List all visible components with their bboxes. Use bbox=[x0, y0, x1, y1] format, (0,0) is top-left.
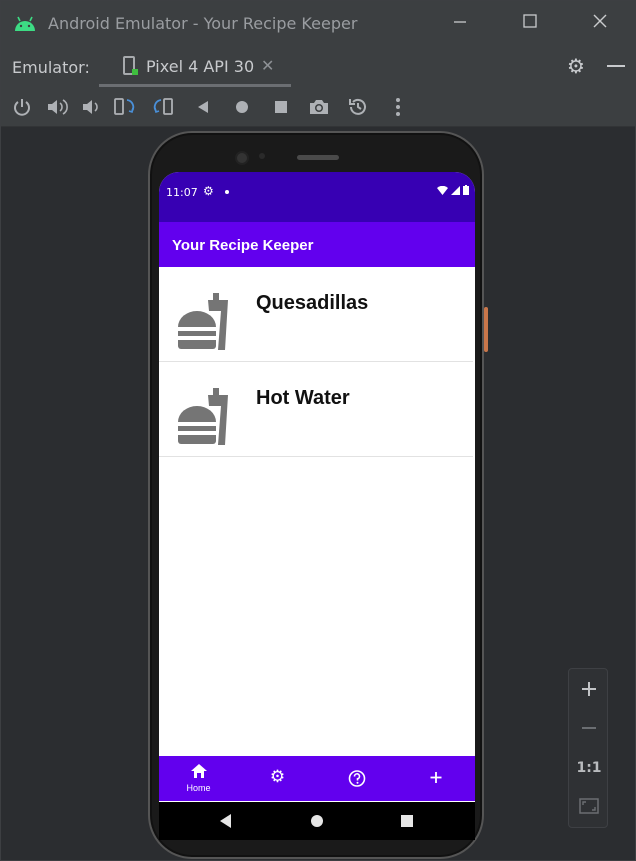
settings-icon: ⚙ bbox=[269, 767, 286, 787]
screenshot-button[interactable] bbox=[307, 95, 331, 119]
maximize-icon bbox=[523, 14, 537, 28]
system-recents-icon[interactable] bbox=[401, 815, 413, 827]
sensor bbox=[259, 153, 265, 159]
minimize-icon bbox=[454, 21, 466, 23]
rotate-left-button[interactable] bbox=[113, 95, 137, 119]
bottom-navigation: Home ⚙ bbox=[159, 756, 475, 801]
tab-close-icon[interactable]: ✕ bbox=[261, 56, 274, 75]
nav-home[interactable]: Home bbox=[159, 756, 238, 801]
nav-settings[interactable]: ⚙ bbox=[238, 756, 317, 801]
zoom-in-button[interactable] bbox=[569, 671, 609, 709]
tab-pixel-4[interactable]: Pixel 4 API 30 ✕ bbox=[99, 45, 291, 87]
help-icon bbox=[348, 770, 365, 787]
nav-home-label: Home bbox=[186, 783, 211, 793]
rotate-right-icon bbox=[153, 98, 173, 115]
android-logo-icon bbox=[15, 16, 35, 31]
earpiece-speaker bbox=[297, 155, 339, 160]
fastfood-icon bbox=[178, 388, 228, 445]
home-button[interactable] bbox=[230, 95, 254, 119]
title-bar: Android Emulator - Your Recipe Keeper bbox=[1, 1, 635, 45]
more-vert-icon bbox=[396, 98, 400, 116]
add-icon bbox=[430, 772, 441, 783]
close-icon bbox=[593, 14, 607, 28]
recipe-list: Quesadillas Hot Water bbox=[159, 267, 475, 457]
device-running-indicator bbox=[132, 69, 138, 75]
power-button[interactable] bbox=[10, 95, 34, 119]
hide-panel-icon[interactable] bbox=[607, 65, 625, 67]
snapshot-button[interactable] bbox=[346, 95, 370, 119]
fit-screen-icon bbox=[579, 798, 599, 814]
status-settings-icon: ⚙ bbox=[203, 184, 214, 198]
back-button[interactable] bbox=[191, 95, 215, 119]
settings-gear-icon[interactable]: ⚙ bbox=[567, 54, 585, 78]
back-icon bbox=[198, 101, 208, 113]
app-title: Your Recipe Keeper bbox=[172, 237, 314, 254]
recipe-item-quesadillas[interactable]: Quesadillas bbox=[159, 267, 473, 362]
volume-down-icon bbox=[83, 100, 98, 114]
zoom-fit-button[interactable] bbox=[569, 788, 609, 826]
home-icon bbox=[190, 764, 207, 778]
zoom-in-icon bbox=[582, 682, 596, 696]
close-button[interactable] bbox=[585, 9, 615, 37]
more-button[interactable] bbox=[386, 95, 410, 119]
minimize-button[interactable] bbox=[445, 9, 475, 37]
maximize-button[interactable] bbox=[515, 9, 545, 37]
power-key[interactable] bbox=[484, 307, 488, 352]
fastfood-icon bbox=[178, 293, 228, 350]
zoom-1-1-button[interactable]: 1:1 bbox=[569, 749, 609, 787]
volume-up-icon bbox=[48, 99, 68, 115]
recipe-item-hot-water[interactable]: Hot Water bbox=[159, 362, 473, 457]
emulator-label: Emulator: bbox=[12, 58, 90, 77]
snapshot-history-icon bbox=[349, 98, 366, 115]
device-tab-bar: Emulator: Pixel 4 API 30 ✕ ⚙ bbox=[1, 45, 635, 87]
tab-label: Pixel 4 API 30 bbox=[146, 57, 255, 76]
nav-help[interactable] bbox=[317, 756, 396, 801]
camera-icon bbox=[310, 100, 328, 114]
phone-screen: 11:07 ⚙ Your Recipe Keeper Quesadillas H… bbox=[159, 172, 475, 802]
signal-icon bbox=[451, 185, 460, 195]
recipe-title: Hot Water bbox=[256, 387, 350, 409]
app-bar: Your Recipe Keeper bbox=[159, 222, 475, 267]
overview-button[interactable] bbox=[269, 95, 293, 119]
window-title: Android Emulator - Your Recipe Keeper bbox=[48, 14, 358, 33]
power-icon bbox=[14, 99, 30, 116]
overview-icon bbox=[275, 101, 287, 113]
system-back-icon[interactable] bbox=[220, 814, 231, 828]
wifi-icon bbox=[437, 185, 448, 195]
status-time: 11:07 bbox=[166, 186, 198, 199]
nav-add[interactable] bbox=[396, 756, 475, 801]
zoom-out-icon bbox=[582, 727, 596, 729]
front-camera bbox=[235, 151, 249, 165]
volume-down-button[interactable] bbox=[79, 95, 103, 119]
emulator-toolbar bbox=[1, 87, 635, 127]
status-icons bbox=[437, 185, 469, 195]
zoom-out-button[interactable] bbox=[569, 710, 609, 748]
system-home-icon[interactable] bbox=[311, 815, 323, 827]
volume-up-button[interactable] bbox=[45, 95, 69, 119]
zoom-controls: 1:1 bbox=[568, 668, 608, 828]
phone-system-nav bbox=[159, 802, 475, 840]
home-icon bbox=[236, 101, 248, 113]
notification-dot-icon bbox=[225, 190, 229, 194]
status-bar: 11:07 ⚙ bbox=[159, 172, 475, 222]
recipe-title: Quesadillas bbox=[256, 292, 369, 314]
rotate-right-button[interactable] bbox=[152, 95, 176, 119]
battery-icon bbox=[463, 185, 469, 195]
rotate-left-icon bbox=[114, 98, 135, 115]
